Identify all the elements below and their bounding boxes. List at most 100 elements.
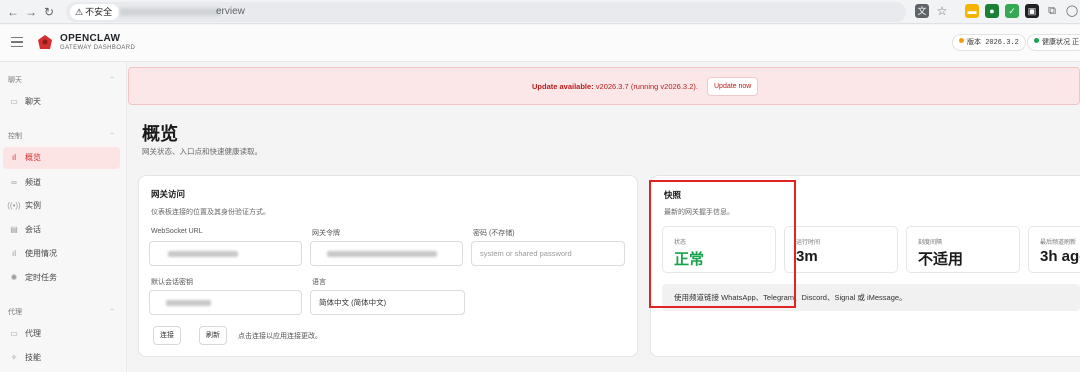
- health-dot-icon: [1034, 38, 1039, 43]
- redacted-value: [168, 251, 238, 258]
- card-subtitle: 仪表板连接的位置及其身份验证方式。: [151, 209, 270, 216]
- forward-icon[interactable]: →: [22, 3, 40, 21]
- card-title: 网关访问: [151, 189, 186, 199]
- reload-icon[interactable]: ↻: [40, 3, 58, 21]
- menu-icon[interactable]: [11, 37, 23, 47]
- extension-check-icon[interactable]: ✓: [1005, 4, 1019, 18]
- stat-value: 3h ago: [1040, 248, 1080, 265]
- sidebar-item-cron[interactable]: ✺ 定时任务: [3, 267, 120, 289]
- stat-card-uptime: 运行时间 3m: [784, 226, 898, 273]
- sidebar: 聊天 − ▭ 聊天 控制 − ıl 概览 ∞ 频道 ((•)) 实例 ▤ 会话 ıl 使用情…: [0, 62, 127, 372]
- stat-card-status: 状态 正常: [662, 226, 776, 273]
- security-chip[interactable]: ⚠ 不安全: [70, 4, 120, 20]
- channel-note: 使用频道链接 WhatsApp、Telegram、Discord、Signal …: [662, 284, 1080, 311]
- connect-button[interactable]: 连接: [153, 326, 181, 345]
- sidebar-item-label: 技能: [25, 353, 41, 362]
- stat-label: 刻度间隔: [918, 240, 943, 246]
- document-icon: ▤: [10, 225, 18, 234]
- security-label: 不安全: [85, 7, 113, 17]
- sidebar-item-skills[interactable]: ✧ 技能: [3, 347, 120, 369]
- stat-card-tick-interval: 刻度间隔 不适用: [906, 226, 1020, 273]
- token-field[interactable]: [310, 241, 463, 266]
- extension-folder-icon[interactable]: ▬: [965, 4, 979, 18]
- url-text: erview: [216, 6, 245, 17]
- sidebar-item-sessions[interactable]: ▤ 会话: [3, 219, 120, 241]
- bookmark-star-icon[interactable]: ☆: [935, 4, 949, 18]
- redacted-value: [327, 251, 437, 258]
- sidebar-item-chat[interactable]: ▭ 聊天: [3, 91, 120, 113]
- sidebar-item-channels[interactable]: ∞ 频道: [3, 172, 120, 194]
- ws-url-label: WebSocket URL: [151, 228, 203, 235]
- address-bar[interactable]: ⚠ 不安全 erview: [66, 2, 906, 22]
- collapse-icon[interactable]: −: [110, 131, 114, 138]
- extension-shield-icon[interactable]: ●: [985, 4, 999, 18]
- card-title: 快照: [664, 190, 682, 200]
- version-text: 版本 2026.3.2: [967, 39, 1019, 47]
- sidebar-item-agents[interactable]: ▭ 代理: [3, 323, 120, 345]
- extension-dark-icon[interactable]: ▣: [1025, 4, 1039, 18]
- translate-icon[interactable]: 文: [915, 4, 929, 18]
- warning-icon: ⚠: [75, 7, 84, 17]
- stat-value: 不适用: [918, 251, 964, 268]
- sidebar-group-chat[interactable]: 聊天: [8, 75, 22, 85]
- sidebar-item-label: 使用情况: [25, 249, 57, 258]
- sidebar-item-usage[interactable]: ıl 使用情况: [3, 243, 120, 265]
- openclaw-logo-icon: [38, 35, 52, 49]
- collapse-icon[interactable]: −: [110, 75, 114, 82]
- app-header: OPENCLAW GATEWAY DASHBOARD 版本 2026.3.2 健…: [0, 25, 1080, 62]
- sidebar-item-label: 频道: [25, 178, 41, 187]
- password-field[interactable]: system or shared password: [471, 241, 625, 266]
- language-label: 语言: [312, 279, 326, 286]
- sidebar-item-instances[interactable]: ((•)) 实例: [3, 195, 120, 217]
- sparkle-icon: ✧: [10, 353, 18, 362]
- ws-url-field[interactable]: [149, 241, 302, 266]
- redacted-value: [166, 300, 211, 307]
- bar-chart-icon: ıl: [12, 249, 16, 258]
- redacted-url: [120, 8, 220, 16]
- language-value: 简体中文 (简体中文): [319, 298, 387, 307]
- loader-icon: ✺: [10, 273, 18, 282]
- stat-card-last-refresh: 最后频道刷新 3h ago: [1028, 226, 1080, 273]
- radio-icon: ((•)): [7, 201, 21, 210]
- sidebar-group-agents[interactable]: 代理: [8, 307, 22, 317]
- sidebar-item-label: 定时任务: [25, 273, 57, 282]
- sidebar-item-label: 聊天: [25, 97, 41, 106]
- browser-toolbar: ← → ↻ ⚠ 不安全 erview 文 ☆ ▬ ● ✓ ▣ ⧉ ◯: [0, 0, 1080, 24]
- brand-subtitle: GATEWAY DASHBOARD: [60, 45, 136, 51]
- profile-icon[interactable]: ◯: [1065, 4, 1079, 18]
- brand-title: OPENCLAW: [60, 33, 121, 44]
- sidebar-group-control[interactable]: 控制: [8, 131, 22, 141]
- connect-hint: 点击连接以应用连接更改。: [238, 333, 322, 340]
- stat-label: 状态: [674, 240, 687, 246]
- sidebar-item-label: 概览: [25, 153, 41, 162]
- version-pill: 版本 2026.3.2: [952, 34, 1026, 51]
- folder-icon: ▭: [10, 329, 18, 338]
- collapse-icon[interactable]: −: [110, 307, 114, 314]
- stat-value: 3m: [796, 248, 818, 265]
- password-label: 密码 (不存储): [473, 230, 515, 237]
- token-label: 网关令牌: [312, 230, 340, 237]
- bar-chart-icon: ıl: [12, 153, 16, 162]
- health-text: 健康状况 正: [1042, 39, 1079, 46]
- refresh-button[interactable]: 刷新: [199, 326, 227, 345]
- banner-version-text: v2026.3.7 (running v2026.3.2).: [593, 82, 698, 91]
- update-now-button[interactable]: Update now: [707, 77, 759, 96]
- stat-label: 运行时间: [796, 240, 821, 246]
- chat-bubble-icon: ▭: [10, 97, 18, 106]
- stat-value: 正常: [674, 251, 705, 268]
- link-icon: ∞: [11, 178, 17, 187]
- card-subtitle: 最新的网关握手信息。: [664, 209, 734, 216]
- extensions-puzzle-icon[interactable]: ⧉: [1045, 4, 1059, 18]
- page-title: 概览: [142, 124, 178, 145]
- banner-message: Update available: v2026.3.7 (running v20…: [532, 82, 698, 91]
- sidebar-item-label: 会话: [25, 225, 41, 234]
- sidebar-item-overview[interactable]: ıl 概览: [3, 147, 120, 169]
- language-select[interactable]: 简体中文 (简体中文): [310, 290, 465, 315]
- page-subtitle: 网关状态、入口点和快速健康读取。: [142, 147, 262, 156]
- back-icon[interactable]: ←: [4, 3, 22, 21]
- session-key-label: 默认会话密钥: [151, 279, 193, 286]
- session-key-field[interactable]: [149, 290, 302, 315]
- sidebar-item-label: 实例: [25, 201, 41, 210]
- banner-strong: Update available:: [532, 82, 594, 91]
- stat-label: 最后频道刷新: [1040, 240, 1077, 246]
